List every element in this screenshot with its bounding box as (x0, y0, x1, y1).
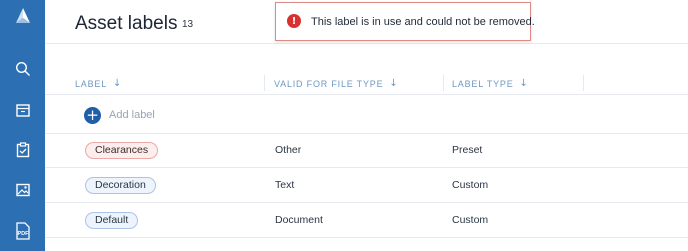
sort-arrow-icon: ↓ (113, 78, 123, 89)
pdf-icon[interactable]: PDF (0, 217, 45, 245)
file-type-cell: Document (275, 214, 323, 226)
clipboard-check-icon[interactable] (0, 136, 45, 164)
column-divider (264, 75, 265, 91)
column-divider (583, 75, 584, 91)
column-header-file-type[interactable]: VALID FOR FILE TYPE ↓ (274, 78, 399, 89)
label-type-cell: Custom (452, 214, 489, 226)
logo-icon[interactable] (0, 2, 45, 30)
table-row[interactable]: Decoration Text Custom (45, 168, 688, 203)
svg-text:PDF: PDF (17, 231, 29, 237)
column-header-label-type[interactable]: LABEL TYPE ↓ (452, 78, 529, 89)
label-chip[interactable]: Clearances (85, 142, 159, 159)
sort-arrow-icon: ↓ (389, 78, 399, 89)
page-title: Asset labels (75, 13, 178, 34)
toast-message: This label is in use and could not be re… (311, 16, 535, 28)
file-type-cell: Other (275, 144, 302, 156)
column-header-file-type-text: VALID FOR FILE TYPE (274, 78, 384, 89)
label-type-cell: Preset (452, 144, 483, 156)
sort-arrow-icon: ↓ (519, 78, 529, 89)
label-type-cell: Custom (452, 179, 489, 191)
column-header-label[interactable]: LABEL ↓ (75, 78, 122, 89)
error-icon: ! (287, 14, 301, 28)
label-chip[interactable]: Decoration (85, 177, 156, 194)
table-header: LABEL ↓ VALID FOR FILE TYPE ↓ LABEL TYPE… (45, 70, 688, 95)
column-header-label-type-text: LABEL TYPE (452, 78, 514, 89)
add-label-text[interactable]: Add label (109, 109, 155, 121)
label-chip[interactable]: Default (85, 212, 139, 229)
box-icon[interactable] (0, 96, 45, 124)
column-divider (443, 75, 444, 91)
add-label-button[interactable]: + (84, 107, 101, 124)
table-row[interactable]: Clearances Other Preset (45, 133, 688, 168)
table-row[interactable]: Default Document Custom (45, 203, 688, 238)
image-icon[interactable] (0, 176, 45, 204)
error-toast: ! This label is in use and could not be … (275, 2, 535, 41)
add-label-row[interactable]: + Add label (45, 97, 688, 134)
sidebar: PDF (0, 0, 45, 251)
asset-labels-app: PDF Asset labels 13 ! This label is in u… (0, 0, 688, 251)
column-header-label-text: LABEL (75, 78, 108, 89)
search-icon[interactable] (0, 55, 45, 83)
file-type-cell: Text (275, 179, 295, 191)
label-count: 13 (182, 19, 194, 30)
